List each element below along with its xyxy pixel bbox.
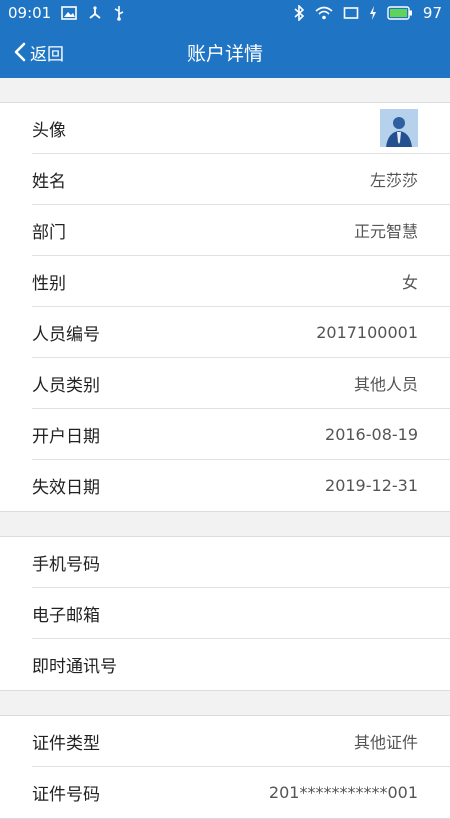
status-bar-left: 09:01 xyxy=(8,4,125,22)
clock: 09:01 xyxy=(8,4,52,22)
row-value: 2017100001 xyxy=(316,322,418,342)
chevron-left-icon xyxy=(14,42,26,62)
back-label: 返回 xyxy=(30,44,64,65)
screen-icon xyxy=(343,6,359,20)
row-value: 201***********001 xyxy=(268,783,418,802)
charging-icon xyxy=(369,6,377,20)
row-label: 电子邮箱 xyxy=(32,605,100,626)
row-label: 证件号码 xyxy=(32,785,100,805)
row-phone[interactable]: 手机号码 xyxy=(32,537,450,588)
section-spacer xyxy=(0,512,450,536)
usb-icon xyxy=(113,5,125,21)
row-email[interactable]: 电子邮箱 xyxy=(32,588,450,639)
row-id-type[interactable]: 证件类型 其他证件 xyxy=(32,716,450,767)
row-id-number[interactable]: 证件号码 201***********001 xyxy=(32,767,450,818)
row-label: 手机号码 xyxy=(32,554,100,575)
row-value: 左莎莎 xyxy=(369,171,418,190)
back-button[interactable]: 返回 xyxy=(14,26,64,78)
row-label: 人员类别 xyxy=(32,375,100,396)
status-bar: 09:01 97 xyxy=(0,0,450,26)
row-label: 开户日期 xyxy=(32,426,100,447)
row-im[interactable]: 即时通讯号 xyxy=(32,639,450,690)
row-label: 部门 xyxy=(32,222,66,243)
nav-bar: 返回 账户详情 xyxy=(0,26,450,78)
row-label: 证件类型 xyxy=(32,733,100,754)
battery-level: 97 xyxy=(422,4,442,22)
battery-icon xyxy=(387,6,413,20)
row-label: 姓名 xyxy=(32,171,66,192)
row-value: 2019-12-31 xyxy=(325,476,418,495)
row-staff-category[interactable]: 人员类别 其他人员 xyxy=(32,358,450,409)
section-spacer xyxy=(0,78,450,102)
page-title: 账户详情 xyxy=(186,42,263,65)
row-open-date[interactable]: 开户日期 2016-08-19 xyxy=(32,409,450,460)
wifi-icon xyxy=(315,6,333,20)
row-value: 2016-08-19 xyxy=(325,424,418,444)
row-label: 性别 xyxy=(32,273,66,294)
id-group: 证件类型 其他证件 证件号码 201***********001 xyxy=(0,715,450,819)
row-value: 其他人员 xyxy=(353,375,418,394)
row-staff-number[interactable]: 人员编号 2017100001 xyxy=(32,307,450,358)
contact-group: 手机号码 电子邮箱 即时通讯号 xyxy=(0,536,450,691)
row-department[interactable]: 部门 正元智慧 xyxy=(32,205,450,256)
bluetooth-icon xyxy=(293,5,305,21)
row-gender[interactable]: 性别 女 xyxy=(32,256,450,307)
row-label: 头像 xyxy=(32,120,66,141)
image-icon xyxy=(61,6,78,20)
row-expiry-date[interactable]: 失效日期 2019-12-31 xyxy=(32,460,450,511)
basic-info-group: 头像 姓名 左莎莎 部门 正元智慧 性别 女 人员编号 2017100001 人… xyxy=(0,102,450,512)
row-value: 其他证件 xyxy=(353,733,418,752)
row-name[interactable]: 姓名 左莎莎 xyxy=(32,154,450,205)
row-value: 女 xyxy=(401,273,418,292)
section-spacer xyxy=(0,691,450,715)
status-bar-right: 97 xyxy=(293,4,442,22)
row-avatar[interactable]: 头像 xyxy=(32,103,450,154)
row-value: 正元智慧 xyxy=(353,222,418,241)
usb-tether-icon xyxy=(87,6,103,20)
avatar xyxy=(380,109,418,147)
row-label: 失效日期 xyxy=(32,478,100,498)
row-label: 人员编号 xyxy=(32,324,100,345)
row-label: 即时通讯号 xyxy=(32,657,117,677)
